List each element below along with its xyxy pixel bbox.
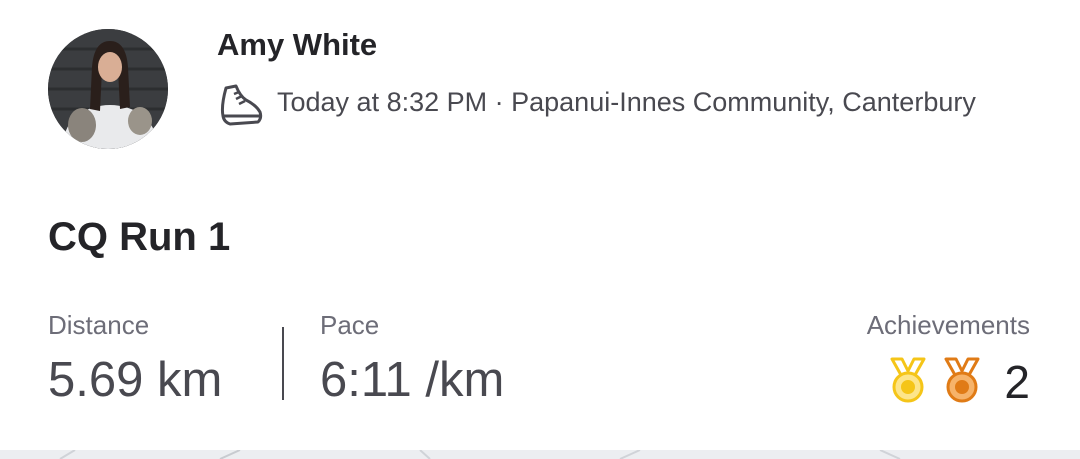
running-shoe-icon (220, 84, 263, 126)
achievements-label: Achievements (866, 310, 1030, 340)
avatar-photo (48, 29, 168, 149)
activity-time-location: Today at 8:32 PM · Papanui-Innes Communi… (277, 87, 976, 117)
activity-title[interactable]: CQ Run 1 (48, 215, 230, 260)
map-roads (59, 450, 901, 459)
distance-value: 5.69 km (48, 353, 223, 407)
pace-value: 6:11 /km (320, 353, 505, 407)
stat-divider (282, 327, 284, 400)
gold-medal-icon (890, 357, 926, 403)
route-map-preview[interactable] (0, 450, 1080, 459)
pace-label: Pace (320, 310, 380, 340)
achievements-count: 2 (1004, 356, 1030, 408)
athlete-name[interactable]: Amy White (217, 27, 377, 63)
athlete-avatar[interactable] (48, 29, 168, 149)
distance-label: Distance (48, 310, 150, 340)
bronze-medal-icon (944, 357, 980, 403)
